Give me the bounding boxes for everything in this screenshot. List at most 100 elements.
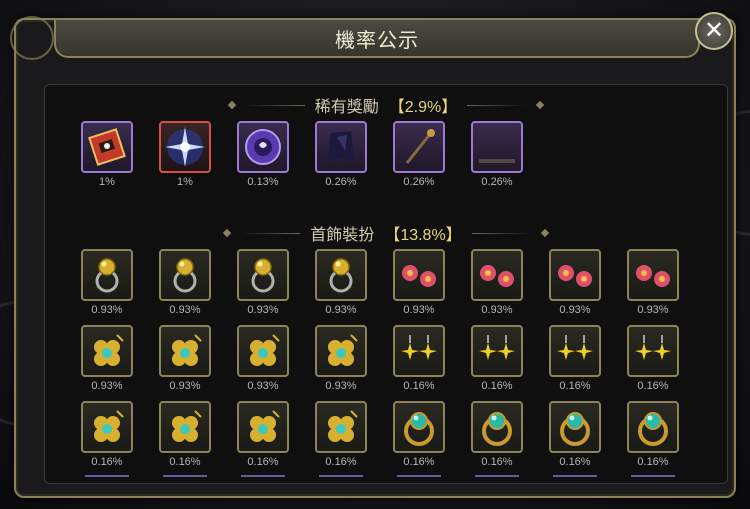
red-flower-earrings-icon[interactable] [627,249,679,301]
clover-earring-icon[interactable] [237,325,289,377]
drop-rate-label: 0.16% [637,380,669,392]
reward-item[interactable]: 0.13% [237,121,289,188]
drop-rate-label: 0.93% [247,380,279,392]
reward-item[interactable]: 1% [81,121,133,188]
turquoise-ring-icon[interactable] [393,401,445,453]
drop-rate-label: 0.16% [559,456,591,468]
reward-item[interactable]: 0.16% [549,325,601,392]
reward-item[interactable]: 0.16% [627,325,679,392]
clover-earring-icon[interactable] [159,325,211,377]
star-earrings-icon[interactable] [471,325,523,377]
jewelry-section-title: 首飾裝扮 [310,227,375,244]
next-row-slot-edge [241,475,285,481]
clover-earring-icon[interactable] [81,401,133,453]
gold-ring-icon[interactable] [159,249,211,301]
drop-rate-label: 0.93% [637,304,669,316]
rare-section-title: 稀有獎勵 [314,99,379,116]
clover-earring-icon[interactable] [237,401,289,453]
reward-item[interactable]: 0.93% [81,249,133,316]
clover-earring-icon[interactable] [81,325,133,377]
reward-item[interactable]: 0.16% [393,325,445,392]
dialog-titlebar: 機率公示 [54,20,700,58]
reward-item[interactable]: 0.93% [315,249,367,316]
reward-item[interactable]: 0.93% [81,325,133,392]
diamond-ornament-icon [227,100,236,110]
drop-rate-label: 0.16% [403,456,435,468]
turquoise-ring-icon[interactable] [627,401,679,453]
diamond-ornament-icon [223,228,232,238]
drop-rate-label: 1% [177,176,193,188]
diamond-ornament-icon [540,228,549,238]
purple-orb-icon[interactable] [237,121,289,173]
reward-item[interactable]: 0.93% [159,249,211,316]
clover-earring-icon[interactable] [315,325,367,377]
next-row-slot-edge [631,475,675,481]
star-earrings-icon[interactable] [549,325,601,377]
next-row-slot-edge [553,475,597,481]
star-burst-icon[interactable] [159,121,211,173]
reward-item[interactable]: 0.93% [237,325,289,392]
drop-rate-label: 0.93% [481,304,513,316]
reward-item[interactable]: 0.93% [237,249,289,316]
dark-cloak-icon[interactable] [315,121,367,173]
content-panel[interactable]: 稀有獎勵 【2.9%】 1% 1% 0.13% 0.26% 0.26% 0.26% 首飾裝… [44,84,728,484]
red-flower-earrings-icon[interactable] [471,249,523,301]
rare-section-header: 稀有獎勵 【2.9%】 [45,95,727,116]
drop-rate-label: 0.16% [637,456,669,468]
drop-rate-label: 0.26% [403,176,435,188]
drop-rate-label: 0.93% [169,380,201,392]
red-flower-earrings-icon[interactable] [549,249,601,301]
diamond-ornament-icon [536,100,545,110]
dialog-title: 機率公示 [335,29,419,52]
gold-ring-icon[interactable] [315,249,367,301]
reward-item[interactable]: 0.16% [471,325,523,392]
gold-ring-icon[interactable] [81,249,133,301]
drop-rate-label: 0.16% [325,456,357,468]
turquoise-ring-icon[interactable] [549,401,601,453]
reward-item[interactable]: 0.16% [315,401,367,468]
drop-rate-label: 0.26% [481,176,513,188]
reward-item[interactable]: 0.93% [393,249,445,316]
reward-item[interactable]: 0.16% [471,401,523,468]
reward-item[interactable]: 0.16% [81,401,133,468]
clover-earring-icon[interactable] [315,401,367,453]
red-flower-earrings-icon[interactable] [393,249,445,301]
reward-item[interactable]: 0.26% [471,121,523,188]
reward-item[interactable]: 0.93% [159,325,211,392]
drop-rate-label: 0.93% [559,304,591,316]
reward-item[interactable]: 0.16% [159,401,211,468]
drop-rate-label: 0.16% [169,456,201,468]
drop-rate-label: 0.93% [325,304,357,316]
drop-rate-label: 0.93% [247,304,279,316]
reward-item[interactable]: 0.16% [627,401,679,468]
corner-ornament [10,16,54,60]
next-row-slot-edge [475,475,519,481]
next-row-slot-edge [397,475,441,481]
purple-aura-icon[interactable] [471,121,523,173]
reward-item[interactable]: 0.16% [393,401,445,468]
close-button[interactable]: ✕ [695,12,733,50]
reward-item[interactable]: 0.16% [549,401,601,468]
clover-earring-icon[interactable] [159,401,211,453]
reward-item[interactable]: 1% [159,121,211,188]
reward-item[interactable]: 0.93% [549,249,601,316]
divider [244,104,305,106]
drop-rate-label: 0.93% [169,304,201,316]
gold-ring-icon[interactable] [237,249,289,301]
reward-item[interactable]: 0.16% [237,401,289,468]
drop-rate-label: 0.93% [403,304,435,316]
reward-item[interactable]: 0.26% [393,121,445,188]
staff-icon[interactable] [393,121,445,173]
star-earrings-icon[interactable] [393,325,445,377]
star-earrings-icon[interactable] [627,325,679,377]
turquoise-ring-icon[interactable] [471,401,523,453]
reward-item[interactable]: 0.93% [315,325,367,392]
drop-rate-label: 0.16% [247,456,279,468]
drop-rate-label: 0.26% [325,176,357,188]
drop-rate-label: 0.93% [91,380,123,392]
drop-rate-label: 0.16% [481,456,513,468]
reward-item[interactable]: 0.93% [627,249,679,316]
reward-item[interactable]: 0.26% [315,121,367,188]
reward-item[interactable]: 0.93% [471,249,523,316]
red-card-icon[interactable] [81,121,133,173]
